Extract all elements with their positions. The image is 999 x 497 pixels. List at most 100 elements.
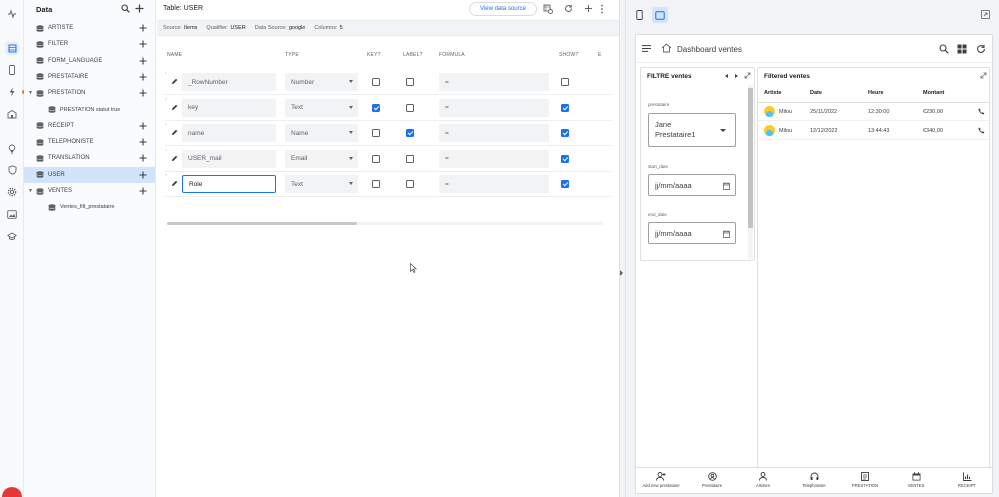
formula-input[interactable]: = bbox=[439, 175, 549, 193]
nav-item[interactable]: RECEIPT bbox=[942, 472, 992, 488]
data-table-item[interactable]: FILTER bbox=[24, 36, 155, 52]
edit-pencil-icon[interactable] bbox=[171, 180, 178, 187]
end-date-input[interactable]: jj/mm/aaaa bbox=[648, 222, 736, 244]
data-table-item[interactable]: FORM_LANGUAGE bbox=[24, 53, 155, 69]
refresh-icon[interactable] bbox=[564, 4, 573, 13]
column-name-input[interactable]: name bbox=[182, 124, 276, 142]
nav-item[interactable]: Add new prestataire bbox=[636, 472, 686, 488]
caret-down-icon[interactable]: ▼ bbox=[28, 188, 36, 194]
add-view-icon[interactable] bbox=[139, 122, 147, 130]
nav-item[interactable]: VENTES bbox=[891, 472, 941, 488]
tablet-preview-icon[interactable] bbox=[652, 7, 668, 23]
mobile-preview-icon[interactable] bbox=[631, 7, 647, 23]
calendar-icon[interactable] bbox=[723, 230, 730, 238]
column-name-input[interactable]: Role bbox=[182, 175, 276, 193]
column-type-select[interactable]: Name bbox=[285, 124, 358, 142]
prev-arrow-icon[interactable] bbox=[725, 74, 728, 78]
bolt-icon[interactable] bbox=[5, 85, 19, 99]
nav-item[interactable]: Prestataire bbox=[687, 472, 737, 488]
add-view-icon[interactable] bbox=[139, 171, 147, 179]
sales-row[interactable]: Milou 25/11/2022 12:30:00 €230,00 bbox=[758, 103, 989, 121]
add-view-icon[interactable] bbox=[139, 24, 147, 32]
regenerate-icon[interactable] bbox=[543, 4, 553, 14]
phone-icon[interactable] bbox=[5, 63, 19, 77]
add-view-icon[interactable] bbox=[139, 57, 147, 65]
add-view-icon[interactable] bbox=[139, 73, 147, 81]
formula-input[interactable]: = bbox=[439, 149, 549, 168]
expand-icon[interactable] bbox=[977, 6, 993, 22]
app-refresh-icon[interactable] bbox=[976, 44, 986, 54]
key-checkbox[interactable] bbox=[372, 103, 380, 112]
building-icon[interactable] bbox=[5, 107, 19, 121]
formula-input[interactable]: = bbox=[439, 98, 549, 117]
calendar-icon[interactable] bbox=[723, 182, 730, 190]
app-search-icon[interactable] bbox=[939, 44, 949, 54]
shield-icon[interactable] bbox=[5, 163, 19, 177]
column-name-input[interactable]: USER_mail bbox=[182, 149, 276, 168]
editor-scrollbar-thumb[interactable] bbox=[167, 222, 357, 225]
nav-item[interactable]: Artistes bbox=[738, 472, 788, 488]
prestataire-select[interactable]: Jane Prestataire1 bbox=[648, 113, 736, 147]
show-checkbox[interactable] bbox=[561, 154, 569, 163]
nav-item[interactable]: Telephoniste bbox=[789, 472, 839, 488]
column-type-select[interactable]: Text bbox=[285, 175, 358, 193]
show-checkbox[interactable] bbox=[561, 129, 569, 137]
view-data-source-button[interactable]: View data source bbox=[469, 2, 537, 16]
column-name-input[interactable]: key bbox=[182, 98, 276, 117]
next-arrow-icon[interactable] bbox=[735, 74, 738, 78]
add-view-icon[interactable] bbox=[139, 138, 147, 146]
data-table-item[interactable]: Ventes_filt_prestataire bbox=[24, 199, 155, 215]
formula-input[interactable]: = bbox=[439, 124, 549, 142]
start-date-input[interactable]: jj/mm/aaaa bbox=[648, 174, 736, 196]
show-checkbox[interactable] bbox=[561, 78, 569, 86]
column-name-input[interactable]: _RowNumber bbox=[182, 73, 276, 91]
data-table-item[interactable]: TELEPHONISTE bbox=[24, 134, 155, 150]
label-checkbox[interactable] bbox=[406, 154, 414, 163]
edit-pencil-icon[interactable] bbox=[171, 104, 178, 111]
sales-row[interactable]: Milou 12/12/2022 13:44:43 €340,00 bbox=[758, 122, 989, 140]
edit-pencil-icon[interactable] bbox=[171, 129, 178, 136]
phone-icon[interactable] bbox=[978, 108, 985, 115]
search-icon[interactable] bbox=[121, 4, 130, 13]
key-checkbox[interactable] bbox=[372, 129, 380, 137]
data-table-item[interactable]: ▼ PRESTATION bbox=[24, 85, 155, 101]
edit-pencil-icon[interactable] bbox=[171, 78, 178, 85]
label-checkbox[interactable] bbox=[406, 103, 414, 112]
formula-input[interactable]: = bbox=[439, 73, 549, 91]
filter-expand-icon[interactable] bbox=[744, 72, 751, 79]
menu-icon[interactable] bbox=[642, 45, 651, 52]
home-icon[interactable] bbox=[661, 43, 672, 53]
data-table-item[interactable]: ARTISTE bbox=[24, 20, 155, 36]
sales-expand-icon[interactable] bbox=[980, 72, 987, 79]
graduation-icon[interactable] bbox=[5, 229, 19, 243]
key-checkbox[interactable] bbox=[372, 154, 380, 163]
key-checkbox[interactable] bbox=[372, 78, 380, 86]
pane-splitter[interactable] bbox=[619, 0, 626, 497]
data-table-item[interactable]: PRESTATION statut true bbox=[24, 102, 155, 118]
label-checkbox[interactable] bbox=[406, 129, 414, 137]
collapse-arrow-icon[interactable] bbox=[620, 270, 623, 276]
data-table-item[interactable]: PRESTATAIRE bbox=[24, 69, 155, 85]
gear-icon[interactable] bbox=[5, 185, 19, 199]
caret-down-icon[interactable]: ▼ bbox=[28, 90, 36, 96]
show-checkbox[interactable] bbox=[561, 180, 569, 188]
add-view-icon[interactable] bbox=[139, 40, 147, 48]
data-table-item[interactable]: ▼ VENTES bbox=[24, 183, 155, 199]
edit-pencil-icon[interactable] bbox=[171, 155, 178, 162]
grid-view-icon[interactable] bbox=[957, 44, 967, 54]
add-column-icon[interactable] bbox=[584, 4, 593, 13]
column-type-select[interactable]: Text bbox=[285, 98, 358, 117]
add-view-icon[interactable] bbox=[139, 187, 147, 195]
data-table-item[interactable]: TRANSLATION bbox=[24, 150, 155, 166]
label-checkbox[interactable] bbox=[406, 78, 414, 86]
pulse-icon[interactable] bbox=[5, 7, 19, 21]
more-vert-icon[interactable] bbox=[600, 4, 604, 14]
column-type-select[interactable]: Number bbox=[285, 73, 358, 91]
data-table-item[interactable]: RECEIPT bbox=[24, 118, 155, 134]
bulb-icon[interactable] bbox=[5, 142, 19, 156]
data-icon[interactable] bbox=[5, 41, 19, 55]
key-checkbox[interactable] bbox=[372, 180, 380, 188]
column-type-select[interactable]: Email bbox=[285, 149, 358, 168]
phone-icon[interactable] bbox=[978, 127, 985, 134]
label-checkbox[interactable] bbox=[406, 180, 414, 188]
